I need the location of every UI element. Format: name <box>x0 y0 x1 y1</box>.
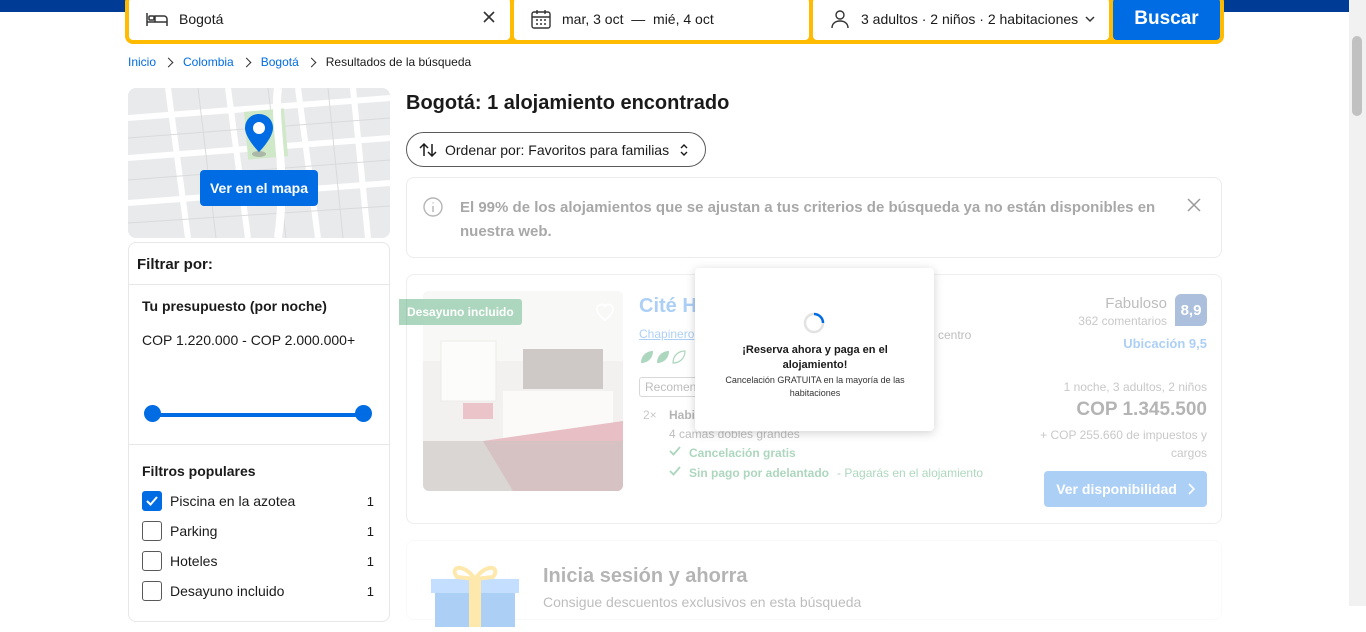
breadcrumb: Inicio Colombia Bogotá Resultados de la … <box>128 55 471 69</box>
chevron-down-icon <box>1084 13 1096 25</box>
results-title: Bogotá: 1 alojamiento encontrado <box>406 92 730 114</box>
budget-title: Tu presupuesto (por noche) <box>142 298 327 314</box>
filter-hotels[interactable]: Hoteles 1 <box>142 550 374 572</box>
filter-parking[interactable]: Parking 1 <box>142 520 374 542</box>
perk-detail: - Pagarás en el alojamiento <box>837 465 984 480</box>
perk-label: Cancelación gratis <box>689 445 796 460</box>
filter-breakfast[interactable]: Desayuno incluido 1 <box>142 580 374 602</box>
sort-icon <box>419 142 437 158</box>
heart-icon[interactable] <box>593 299 617 328</box>
perk-label: Sin pago por adelantado <box>689 465 830 480</box>
destination-value: Bogotá <box>179 11 224 27</box>
popup-subtitle: Cancelación GRATUITA en la mayoría de la… <box>725 375 905 398</box>
filters-title: Filtrar por: <box>129 243 389 285</box>
dates-field[interactable]: mar, 3 oct — mié, 4 oct <box>514 0 809 40</box>
person-icon <box>829 8 851 30</box>
info-icon <box>423 197 443 222</box>
map-streets <box>128 88 390 238</box>
taxes-text: + COP 255.660 de impuestos y cargos <box>1040 428 1207 460</box>
checkbox[interactable] <box>142 581 162 601</box>
chevron-right-icon <box>241 57 252 67</box>
banner-text: El 99% de los alojamientos que se ajusta… <box>460 199 1156 240</box>
breadcrumb-city[interactable]: Bogotá <box>261 55 299 69</box>
chevron-right-icon <box>306 57 317 67</box>
perk-free-cancellation: Cancelación gratis <box>669 445 796 460</box>
checkbox[interactable] <box>142 551 162 571</box>
availability-banner: El 99% de los alojamientos que se ajusta… <box>406 177 1222 258</box>
room-name: Habi <box>669 408 696 422</box>
scrollbar-thumb[interactable] <box>1352 36 1362 116</box>
loading-spinner-icon <box>802 311 826 340</box>
property-location-link[interactable]: Chapinero <box>639 327 694 341</box>
check-icon <box>669 465 681 480</box>
see-availability-label: Ver disponibilidad <box>1056 481 1177 497</box>
signin-subtitle: Consigue descuentos exclusivos en esta b… <box>543 594 862 610</box>
location-pin-icon <box>242 112 276 163</box>
room-quantity: 2× <box>643 408 657 422</box>
search-bar: Bogotá mar, 3 oct — mié, 4 oct 3 adultos… <box>125 0 1224 44</box>
perk-no-prepayment: Sin pago por adelantado - Pagarás en el … <box>669 465 983 480</box>
filters-panel: Filtrar por: Tu presupuesto (por noche) … <box>128 242 390 622</box>
checkbox[interactable] <box>142 521 162 541</box>
scrollbar[interactable] <box>1349 0 1366 606</box>
leaf-icon <box>641 350 686 364</box>
filter-label: Desayuno incluido <box>170 583 285 599</box>
map-preview[interactable]: Ver en el mapa <box>128 88 390 238</box>
view-map-button[interactable]: Ver en el mapa <box>200 170 318 206</box>
gift-icon <box>425 557 525 632</box>
chevron-right-icon <box>163 57 174 67</box>
review-count: 362 comentarios <box>1078 314 1167 328</box>
filter-count: 1 <box>366 583 374 599</box>
location-score: Ubicación 9,5 <box>1123 336 1207 351</box>
popup-title: ¡Reserva ahora y paga en el alojamiento! <box>742 344 888 371</box>
destination-field[interactable]: Bogotá <box>129 0 510 40</box>
breadcrumb-country[interactable]: Colombia <box>183 55 234 69</box>
filter-count: 1 <box>366 553 374 569</box>
filter-count: 1 <box>366 523 374 539</box>
sort-chevron-icon <box>679 143 689 157</box>
filter-label: Piscina en la azotea <box>170 493 296 509</box>
filter-count: 1 <box>366 493 374 509</box>
review-score-badge: 8,9 <box>1175 294 1207 326</box>
sort-label: Ordenar por: Favoritos para familias <box>445 141 670 158</box>
sort-button[interactable]: Ordenar por: Favoritos para familias <box>406 132 706 167</box>
signin-card[interactable]: Inicia sesión y ahorra Consigue descuent… <box>406 540 1222 632</box>
breakfast-included-badge: Desayuno incluido <box>399 299 522 325</box>
property-name[interactable]: Cité H <box>639 295 697 318</box>
filter-rooftop-pool[interactable]: Piscina en la azotea 1 <box>142 490 374 512</box>
chevron-right-icon <box>1187 483 1195 495</box>
budget-value: COP 1.220.000 - COP 2.000.000+ <box>142 332 356 348</box>
filter-label: Hoteles <box>170 553 218 569</box>
clear-destination-icon[interactable] <box>482 10 496 27</box>
budget-filter: Tu presupuesto (por noche) COP 1.220.000… <box>129 285 389 445</box>
budget-slider-track[interactable] <box>151 413 363 417</box>
see-availability-button[interactable]: Ver disponibilidad <box>1044 471 1207 507</box>
check-icon <box>669 445 681 460</box>
signin-title: Inicia sesión y ahorra <box>543 565 748 587</box>
budget-slider-max-handle[interactable] <box>355 405 372 422</box>
dates-value: mar, 3 oct — mié, 4 oct <box>562 11 714 27</box>
breadcrumb-current: Resultados de la búsqueda <box>325 55 472 69</box>
check-icon <box>146 496 158 506</box>
price: COP 1.345.500 <box>1076 399 1207 420</box>
close-icon[interactable] <box>1187 198 1201 217</box>
stay-details: 1 noche, 3 adultos, 2 niños <box>1063 380 1207 394</box>
filter-label: Parking <box>170 523 218 539</box>
occupancy-value: 3 adultos · 2 niños · 2 habitaciones <box>861 11 1079 27</box>
sustainability-leaves <box>639 349 687 365</box>
property-distance-text: l centro <box>932 328 972 342</box>
breadcrumb-home[interactable]: Inicio <box>128 55 156 69</box>
calendar-icon <box>530 8 552 30</box>
budget-slider-min-handle[interactable] <box>144 405 161 422</box>
pay-at-property-popup: ¡Reserva ahora y paga en el alojamiento!… <box>695 268 934 431</box>
bed-icon <box>145 7 169 31</box>
popular-filters-title: Filtros populares <box>142 463 256 479</box>
occupancy-field[interactable]: 3 adultos · 2 niños · 2 habitaciones <box>813 0 1109 40</box>
search-button[interactable]: Buscar <box>1113 0 1220 40</box>
rating-word: Fabuloso <box>1105 295 1167 312</box>
checkbox-checked[interactable] <box>142 491 162 511</box>
